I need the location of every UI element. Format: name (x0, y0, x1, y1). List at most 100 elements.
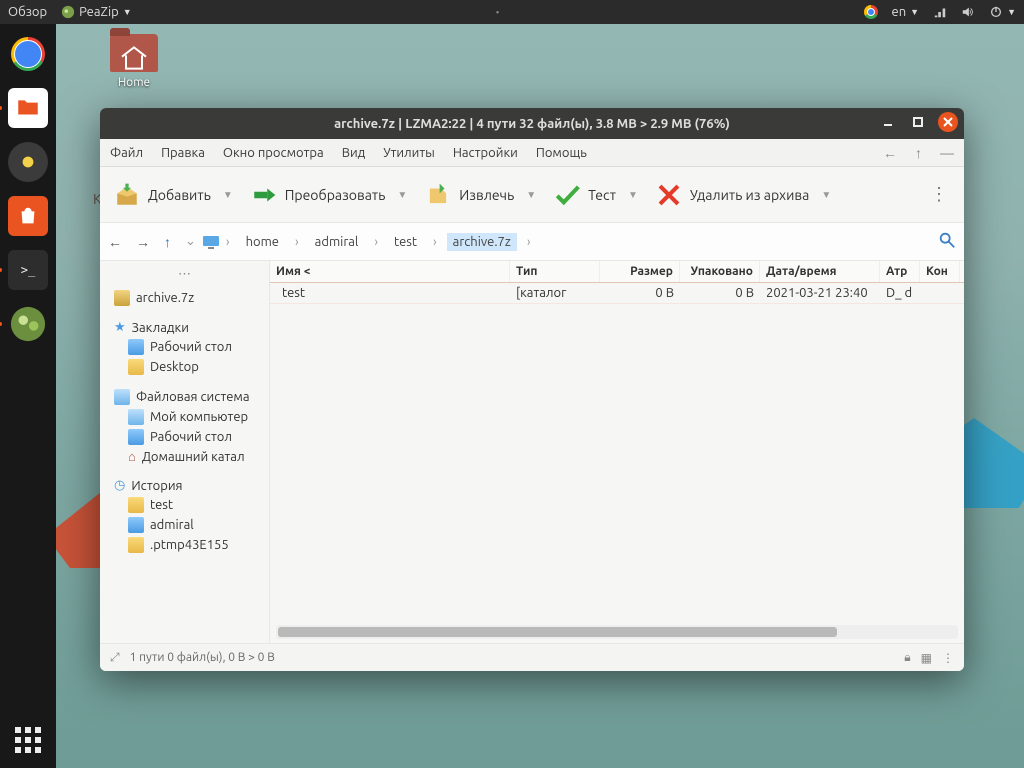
menu-help[interactable]: Помощь (536, 146, 587, 160)
col-name[interactable]: Имя < (270, 261, 510, 282)
sidebar-desktop-ru2[interactable]: Рабочий стол (102, 427, 267, 447)
nav-back-hint[interactable]: ← (883, 145, 897, 161)
titlebar[interactable]: archive.7z | LZMA2:22 | 4 пути 32 файл(ы… (100, 108, 964, 139)
convert-icon (251, 182, 277, 208)
window-maximize-button[interactable] (908, 112, 928, 132)
table-row[interactable]: test [каталог 0 B 0 B 2021-03-21 23:40 D… (270, 283, 964, 304)
toolbar-test-label: Тест (588, 187, 616, 203)
sidebar-history[interactable]: ◷История (102, 476, 267, 495)
sidebar-hist-admiral[interactable]: admiral (102, 515, 267, 535)
dock-files[interactable] (4, 84, 52, 132)
menu-edit[interactable]: Правка (161, 146, 205, 160)
col-packed[interactable]: Упаковано (680, 261, 760, 282)
nav-forward-button[interactable]: → (136, 234, 150, 250)
chrome-icon (11, 37, 45, 71)
sidebar-hist-test[interactable]: test (102, 495, 267, 515)
window-minimize-button[interactable] (878, 112, 898, 132)
window-title: archive.7z | LZMA2:22 | 4 пути 32 файл(ы… (334, 117, 730, 131)
desktop-icon-home[interactable]: Home (98, 34, 170, 89)
window-close-button[interactable] (938, 112, 958, 132)
nav-up-button[interactable]: ↑ (164, 234, 171, 250)
star-icon: ★ (114, 320, 126, 335)
activities-button[interactable]: Обзор (8, 5, 47, 19)
nav-up-hint[interactable]: ↑ (915, 145, 922, 161)
sidebar-label: admiral (150, 518, 194, 532)
toolbar-delete-button[interactable]: Удалить из архива▼ (650, 178, 837, 212)
computer-icon[interactable] (202, 235, 220, 249)
extract-icon (425, 182, 451, 208)
scrollbar-thumb[interactable] (278, 627, 837, 637)
statusbar: ⤢ 1 пути 0 файл(ы), 0 B > 0 B 🔒︎ ▦ ⋮ (100, 643, 964, 671)
col-type[interactable]: Тип (510, 261, 600, 282)
app-menu-label: PeaZip (79, 5, 119, 19)
sidebar-archive-root[interactable]: archive.7z (102, 288, 267, 308)
breadcrumb-home[interactable]: home (240, 233, 285, 251)
menu-view[interactable]: Вид (342, 146, 366, 160)
check-icon (554, 182, 580, 208)
archive-icon (114, 290, 130, 306)
horizontal-scrollbar[interactable] (276, 625, 958, 639)
menu-settings[interactable]: Настройки (453, 146, 518, 160)
breadcrumb-user[interactable]: admiral (309, 233, 365, 251)
volume-indicator[interactable] (961, 5, 975, 19)
sidebar-home-dir[interactable]: ⌂Домашний катал (102, 447, 267, 466)
toolbar-overflow[interactable]: ⋮ (922, 184, 956, 205)
expand-icon[interactable]: ⤢ (110, 651, 120, 665)
chevron-down-icon: ▼ (526, 189, 536, 201)
sidebar-my-computer[interactable]: Мой компьютер (102, 407, 267, 427)
status-text: 1 пути 0 файл(ы), 0 B > 0 B (130, 651, 275, 664)
col-check[interactable]: Кон (920, 261, 960, 282)
drive-icon (114, 389, 130, 405)
power-indicator[interactable]: ▼ (989, 5, 1016, 19)
sidebar-bookmarks[interactable]: ★ Закладки (102, 318, 267, 337)
toolbar-extract-label: Извлечь (459, 187, 514, 203)
menu-utilities[interactable]: Утилиты (383, 146, 435, 160)
network-indicator[interactable] (933, 5, 947, 19)
view-mode-icon[interactable]: ▦ (921, 651, 932, 665)
root-dropdown[interactable]: ⌄ (185, 234, 196, 249)
toolbar-extract-button[interactable]: Извлечь ▼ (419, 178, 542, 212)
breadcrumb-archive[interactable]: archive.7z (447, 233, 517, 251)
status-menu[interactable]: ⋮ (942, 651, 954, 665)
chrome-indicator[interactable] (864, 5, 878, 19)
dock: >_ (0, 24, 56, 768)
dock-software[interactable] (4, 192, 52, 240)
file-rows[interactable]: test [каталог 0 B 0 B 2021-03-21 23:40 D… (270, 283, 964, 625)
col-size[interactable]: Размер (600, 261, 680, 282)
box-add-icon (114, 182, 140, 208)
dock-chrome[interactable] (4, 30, 52, 78)
col-attr[interactable]: Атр (880, 261, 920, 282)
app-menu[interactable]: PeaZip ▼ (61, 5, 132, 19)
toolbar-test-button[interactable]: Тест▼ (548, 178, 644, 212)
menu-file[interactable]: Файл (110, 146, 143, 160)
sidebar-hist-tmp[interactable]: .ptmp43E155 (102, 535, 267, 555)
toolbar: Добавить▼ Преобразовать▼ Извлечь▼ Тест▼ … (100, 167, 964, 223)
search-icon (938, 231, 956, 249)
nav-back-button[interactable]: ← (108, 234, 122, 250)
volume-icon (961, 5, 975, 19)
clock-icon: ◷ (114, 478, 125, 493)
dock-terminal[interactable]: >_ (4, 246, 52, 294)
toolbar-convert-button[interactable]: Преобразовать▼ (245, 178, 414, 212)
breadcrumb-folder[interactable]: test (388, 233, 423, 251)
search-button[interactable] (938, 231, 956, 252)
sidebar-collapse[interactable]: ⋯ (102, 265, 267, 288)
sidebar-desktop-ru[interactable]: Рабочий стол (102, 337, 267, 357)
breadcrumb-separator: › (295, 235, 299, 249)
toolbar-add-button[interactable]: Добавить▼ (108, 178, 239, 212)
sidebar-label: Закладки (132, 321, 189, 335)
sidebar-filesystem[interactable]: Файловая система (102, 387, 267, 407)
col-datetime[interactable]: Дата/время (760, 261, 880, 282)
dock-peazip[interactable] (4, 300, 52, 348)
sidebar-label: Домашний катал (142, 450, 245, 464)
home-icon (118, 42, 150, 74)
keyboard-layout[interactable]: en ▼ (892, 5, 920, 19)
cell-name: test (282, 286, 305, 300)
gnome-top-panel: Обзор PeaZip ▼ • en ▼ ▼ (0, 0, 1024, 24)
lock-icon[interactable]: 🔒︎ (904, 651, 910, 665)
dock-rhythmbox[interactable] (4, 138, 52, 186)
menu-view-window[interactable]: Окно просмотра (223, 146, 324, 160)
show-applications[interactable] (8, 720, 48, 760)
sidebar-desktop-en[interactable]: Desktop (102, 357, 267, 377)
nav-minus-hint[interactable]: — (940, 145, 954, 161)
